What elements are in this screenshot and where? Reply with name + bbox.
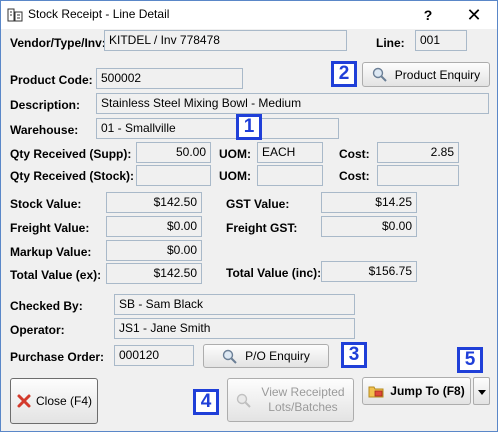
product-enquiry-label: Product Enquiry — [394, 67, 481, 82]
line-detail-window: Stock Receipt - Line Detail ? ✕ Vendor/T… — [0, 0, 498, 432]
operator-label: Operator: — [10, 323, 65, 337]
window-close-button[interactable]: ✕ — [451, 1, 497, 29]
jump-to-label: Jump To (F8) — [390, 384, 465, 398]
total-ex-field: $142.50 — [106, 263, 202, 284]
po-enquiry-button[interactable]: P/O Enquiry — [203, 344, 329, 368]
markup-value-label: Markup Value: — [10, 245, 92, 259]
cost-stock-label: Cost: — [339, 169, 370, 183]
stock-value-field: $142.50 — [106, 192, 202, 213]
red-x-icon — [16, 393, 32, 409]
total-inc-field: $156.75 — [321, 261, 417, 282]
close-button[interactable]: Close (F4) — [10, 378, 98, 424]
purchase-order-label: Purchase Order: — [10, 350, 105, 364]
qty-supp-field: 50.00 — [136, 142, 211, 163]
magnifier-icon — [372, 67, 387, 82]
description-field: Stainless Steel Mixing Bowl - Medium — [96, 93, 489, 114]
product-enquiry-button[interactable]: Product Enquiry — [362, 62, 490, 87]
freight-gst-field: $0.00 — [321, 216, 417, 237]
vendor-label: Vendor/Type/Inv: — [10, 36, 106, 50]
warehouse-field: 01 - Smallville — [96, 118, 339, 139]
checked-by-label: Checked By: — [10, 299, 83, 313]
gst-value-label: GST Value: — [226, 197, 290, 211]
uom-supp-label: UOM: — [219, 147, 251, 161]
view-receipted-lots-button[interactable]: View Receipted Lots/Batches — [227, 378, 354, 422]
qty-stock-field — [136, 165, 211, 186]
callout-marker-3: 3 — [341, 342, 367, 368]
cost-supp-label: Cost: — [339, 147, 370, 161]
freight-value-field: $0.00 — [106, 216, 202, 237]
app-icon — [7, 7, 23, 23]
total-inc-label: Total Value (inc): — [226, 266, 322, 280]
line-field: 001 — [415, 30, 467, 51]
close-button-label: Close (F4) — [35, 394, 92, 408]
freight-gst-label: Freight GST: — [226, 221, 298, 235]
line-label: Line: — [376, 36, 405, 50]
window-title: Stock Receipt - Line Detail — [28, 7, 170, 21]
warehouse-label: Warehouse: — [10, 123, 79, 137]
purchase-order-field: 000120 — [114, 345, 194, 366]
product-code-field: 500002 — [96, 68, 243, 89]
cost-supp-field: 2.85 — [377, 142, 459, 163]
uom-supp-field: EACH — [257, 142, 323, 163]
help-button[interactable]: ? — [405, 1, 451, 29]
po-enquiry-label: P/O Enquiry — [245, 349, 310, 363]
title-bar: Stock Receipt - Line Detail ? ✕ — [1, 1, 497, 29]
total-ex-label: Total Value (ex): — [10, 268, 102, 282]
checked-by-field: SB - Sam Black — [114, 294, 355, 315]
magnifier-icon — [236, 393, 252, 408]
view-lots-line1: View Receipted — [261, 385, 345, 399]
stock-value-label: Stock Value: — [10, 197, 82, 211]
markup-value-field: $0.00 — [106, 240, 202, 261]
magnifier-icon — [222, 349, 237, 364]
qty-supp-label: Qty Received (Supp): — [10, 147, 132, 161]
folder-jump-icon — [368, 383, 384, 399]
gst-value-field: $14.25 — [321, 192, 417, 213]
vendor-field: KITDEL / Inv 778478 — [104, 30, 347, 51]
view-lots-text: View Receipted Lots/Batches — [261, 385, 344, 415]
freight-value-label: Freight Value: — [10, 221, 90, 235]
description-label: Description: — [10, 98, 81, 112]
triangle-down-icon — [477, 384, 486, 398]
cost-stock-field — [377, 165, 459, 186]
operator-field: JS1 - Jane Smith — [114, 318, 355, 339]
callout-marker-2: 2 — [331, 61, 357, 87]
uom-stock-label: UOM: — [219, 169, 251, 183]
jump-to-button[interactable]: Jump To (F8) — [362, 377, 471, 405]
qty-stock-label: Qty Received (Stock): — [10, 169, 135, 183]
view-lots-line2: Lots/Batches — [268, 400, 338, 414]
callout-marker-4: 4 — [193, 389, 219, 415]
uom-stock-field — [257, 165, 323, 186]
callout-marker-5: 5 — [457, 347, 483, 373]
product-code-label: Product Code: — [10, 73, 93, 87]
callout-marker-1: 1 — [236, 114, 262, 140]
jump-to-dropdown-button[interactable] — [473, 377, 490, 405]
